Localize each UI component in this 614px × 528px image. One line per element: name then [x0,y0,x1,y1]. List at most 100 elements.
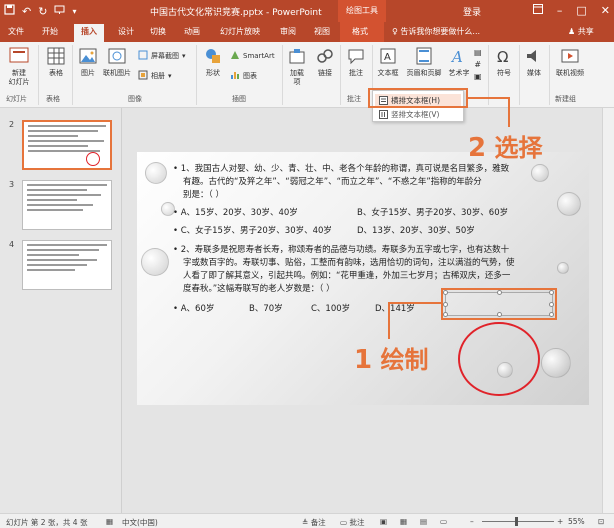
vertical-textbox-icon [379,110,388,123]
tab-animations[interactable]: 动画 [184,26,200,37]
red-circle-annotation [458,322,540,396]
step-1-callout: 1 绘制 [354,340,428,375]
text-small-icons: ▤ # ▣ [474,48,482,81]
zoom-out-icon[interactable]: – [470,517,474,526]
online-video-button[interactable]: 联机视频 [552,46,588,78]
notes-icon: ≜ [302,518,309,527]
tab-home[interactable]: 开始 [42,26,58,37]
tab-view[interactable]: 视图 [314,26,330,37]
online-picture-button[interactable]: 联机图片 [102,46,132,78]
zoom-slider-track[interactable] [482,521,554,522]
addins-button[interactable]: 加载 项 [285,46,309,87]
tab-slideshow[interactable]: 幻灯片放映 [220,26,260,37]
bubble-decoration [145,162,167,184]
minimize-icon[interactable]: – [557,4,563,17]
share-label: 共享 [577,27,594,36]
customize-qat-icon[interactable]: ▾ [72,5,76,18]
share-button[interactable]: ♟ 共享 [568,26,594,37]
tab-insert[interactable]: 插入 [74,24,104,42]
tell-me-box[interactable]: ♀ 告诉我你想要做什么... [392,26,480,37]
header-footer-button[interactable]: 页眉和页脚 [404,46,444,78]
view-slideshow-icon[interactable]: ▭ [440,517,447,526]
new-textbox[interactable] [443,290,554,317]
shapes-button[interactable]: 形状 [200,46,226,78]
view-normal-icon[interactable]: ▣ [380,517,387,526]
album-button[interactable]: 相册 ▾ [138,70,172,82]
screenshot-button[interactable]: 屏幕截图 ▾ [138,50,186,62]
presentation-icon[interactable] [54,4,65,18]
shapes-label: 形状 [206,69,220,77]
bubble-decoration [541,348,571,378]
zoom-level[interactable]: 55% [568,517,585,526]
resize-handle[interactable] [443,302,448,307]
zoom-slider-thumb[interactable] [515,517,518,526]
tab-transitions[interactable]: 切换 [150,26,166,37]
close-icon[interactable]: ✕ [601,4,610,17]
notes-button[interactable]: ≜ 备注 [302,517,326,528]
date-icon[interactable]: ▤ [474,48,482,57]
slide-thumbnail-2[interactable] [22,120,112,170]
ribbon-insert: 新建 幻灯片 表格 图片 联机图片 屏幕截图 ▾ 相册 ▾ 形状 SmartAr… [0,42,614,108]
svg-text:Ω: Ω [497,48,508,66]
tab-file[interactable]: 文件 [8,26,24,37]
separator [38,45,39,105]
slide-number-icon[interactable]: # [474,60,481,69]
album-label: 相册 [151,72,165,80]
tab-review[interactable]: 审阅 [280,26,296,37]
resize-handle[interactable] [549,290,554,295]
online-picture-icon [108,48,126,64]
link-label: 链接 [318,69,332,77]
textbox-button[interactable]: A 文本框 [374,46,402,78]
object-icon[interactable]: ▣ [474,72,482,81]
vertical-scrollbar[interactable] [602,108,614,513]
language-indicator[interactable]: 中文(中国) [122,517,158,528]
view-reading-icon[interactable]: ▤ [420,517,427,526]
step-2-callout: 2 选择 [468,128,542,163]
table-button[interactable]: 表格 [44,46,68,78]
q1-option-a: • A、15岁、20岁、30岁、40岁 [173,208,298,218]
wordart-button[interactable]: A 艺术字 [446,46,472,78]
shapes-icon [206,49,220,63]
omega-icon: Ω [497,48,508,66]
tab-design[interactable]: 设计 [118,26,134,37]
redo-icon[interactable]: ↻ [38,5,47,18]
separator [72,45,73,105]
slide-thumbnail-4[interactable] [22,240,112,290]
maximize-icon[interactable]: □ [576,4,586,17]
link-button[interactable]: 链接 [313,46,337,78]
new-slide-button[interactable]: 新建 幻灯片 [6,46,32,87]
chart-button[interactable]: 图表 [230,70,257,82]
comment-button[interactable]: 批注 [344,46,368,78]
fit-slide-icon[interactable]: ⊡ [598,517,604,526]
screenshot-label: 屏幕截图 [151,52,179,60]
login-link[interactable]: 登录 [463,5,481,18]
undo-icon[interactable]: ↶ [22,5,31,18]
slide-thumbnail-3[interactable] [22,180,112,230]
album-icon [138,70,148,82]
menu-item-vertical-textbox[interactable]: 竖排文本框(V) [375,108,461,121]
group-illustrations-label: 插图 [232,95,246,103]
view-sorter-icon[interactable]: ▦ [400,517,407,526]
separator [340,45,341,105]
resize-handle[interactable] [443,290,448,295]
status-bar: 幻灯片 第 2 张，共 4 张 ▦ 中文(中国) ≜ 备注 ▭ 批注 ▣ ▦ ▤… [0,513,614,528]
resize-handle[interactable] [443,312,448,317]
save-icon[interactable] [4,4,15,18]
resize-handle[interactable] [497,290,502,295]
resize-handle[interactable] [497,312,502,317]
resize-handle[interactable] [549,302,554,307]
picture-button[interactable]: 图片 [76,46,100,78]
wordart-label: 艺术字 [448,69,470,77]
symbol-button[interactable]: Ω 符号 [492,46,516,78]
resize-handle[interactable] [549,312,554,317]
smartart-button[interactable]: SmartArt [230,50,275,62]
media-button[interactable]: 媒体 [522,46,546,78]
tab-format[interactable]: 格式 [352,26,368,37]
comments-button[interactable]: ▭ 批注 [340,517,364,528]
chevron-down-icon: ▾ [182,52,186,60]
ribbon-display-icon[interactable] [532,4,543,17]
drawing-tools-label: 绘图工具 [338,0,386,22]
document-title: 中国古代文化常识竞赛.pptx - PowerPoint [150,8,322,18]
spellcheck-icon[interactable]: ▦ [106,517,113,526]
zoom-in-icon[interactable]: + [557,517,563,526]
